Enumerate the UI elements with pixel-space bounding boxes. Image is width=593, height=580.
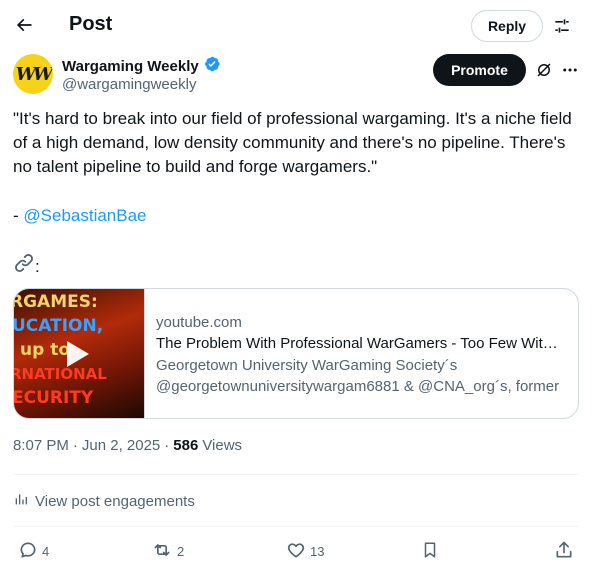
thumb-text-line: up to bbox=[20, 340, 70, 360]
thumb-text-line: RNATIONAL bbox=[14, 365, 107, 383]
thumb-text-line: ECURITY bbox=[14, 388, 94, 408]
thumb-text-line: RGAMES: bbox=[14, 292, 98, 312]
engagements-label: View post engagements bbox=[35, 492, 195, 510]
post-meta: 8:07 PM · Jun 2, 2025 · 586 Views bbox=[13, 437, 242, 454]
share-icon bbox=[554, 540, 574, 563]
heart-icon bbox=[286, 540, 306, 563]
card-divider bbox=[144, 289, 145, 418]
views-label: Views bbox=[202, 437, 243, 454]
avatar[interactable]: WW bbox=[13, 54, 53, 94]
video-thumbnail[interactable]: RGAMES: UCATION, up to RNATIONAL ECURITY bbox=[14, 289, 144, 418]
divider bbox=[13, 474, 579, 475]
avatar-logo-text: WW bbox=[15, 63, 53, 85]
link-icon bbox=[13, 252, 35, 281]
post-date[interactable]: Jun 2, 2025 bbox=[82, 437, 160, 454]
reply-count: 4 bbox=[42, 543, 50, 559]
share-action[interactable] bbox=[554, 539, 574, 563]
card-domain: youtube.com bbox=[156, 314, 242, 331]
card-description: Georgetown University WarGaming Society´… bbox=[156, 357, 458, 374]
action-bar: 4 2 13 bbox=[0, 536, 593, 566]
repost-count: 2 bbox=[177, 543, 185, 559]
grok-icon[interactable] bbox=[531, 57, 557, 83]
mention-line: - @SebastianBae bbox=[13, 204, 147, 228]
like-count: 13 bbox=[310, 543, 325, 559]
post-text: "It's hard to break into our field of pr… bbox=[13, 109, 572, 176]
thumb-text-line: UCATION, bbox=[14, 316, 104, 336]
card-title: The Problem With Professional WarGamers … bbox=[156, 335, 566, 352]
more-options-icon[interactable] bbox=[558, 57, 582, 83]
sliders-icon[interactable] bbox=[548, 12, 576, 40]
mention-prefix: - bbox=[13, 206, 24, 225]
like-action[interactable]: 13 bbox=[286, 539, 324, 563]
promote-button[interactable]: Promote bbox=[433, 54, 526, 86]
divider bbox=[13, 526, 579, 527]
meta-separator: · bbox=[72, 437, 78, 454]
play-icon[interactable] bbox=[67, 341, 89, 367]
repost-icon bbox=[151, 540, 173, 563]
back-arrow-icon[interactable] bbox=[10, 11, 38, 39]
link-suffix: : bbox=[35, 256, 40, 276]
comment-icon bbox=[18, 540, 38, 563]
link-preview-card[interactable]: RGAMES: UCATION, up to RNATIONAL ECURITY… bbox=[13, 288, 579, 419]
reply-action[interactable]: 4 bbox=[18, 539, 49, 563]
view-engagements-link[interactable]: View post engagements bbox=[13, 491, 195, 511]
bookmark-icon bbox=[421, 540, 439, 563]
author-display-name[interactable]: Wargaming Weekly bbox=[62, 55, 221, 77]
author-handle[interactable]: @wargamingweekly bbox=[62, 76, 196, 93]
mention-link[interactable]: @SebastianBae bbox=[23, 206, 146, 225]
post-header: Post Reply bbox=[0, 0, 593, 52]
link-line: : bbox=[13, 252, 40, 281]
card-description: @georgetownuniversitywargam6881 & @CNA_o… bbox=[156, 378, 560, 395]
meta-separator: · bbox=[164, 437, 170, 454]
reply-button[interactable]: Reply bbox=[471, 10, 543, 42]
analytics-icon bbox=[13, 491, 29, 511]
page-title: Post bbox=[69, 13, 113, 35]
views-count: 586 bbox=[173, 437, 199, 454]
repost-action[interactable]: 2 bbox=[151, 539, 184, 563]
verified-badge-icon bbox=[203, 55, 221, 77]
bookmark-action[interactable] bbox=[421, 539, 439, 563]
post-time[interactable]: 8:07 PM bbox=[13, 437, 69, 454]
display-name-text: Wargaming Weekly bbox=[62, 57, 199, 75]
